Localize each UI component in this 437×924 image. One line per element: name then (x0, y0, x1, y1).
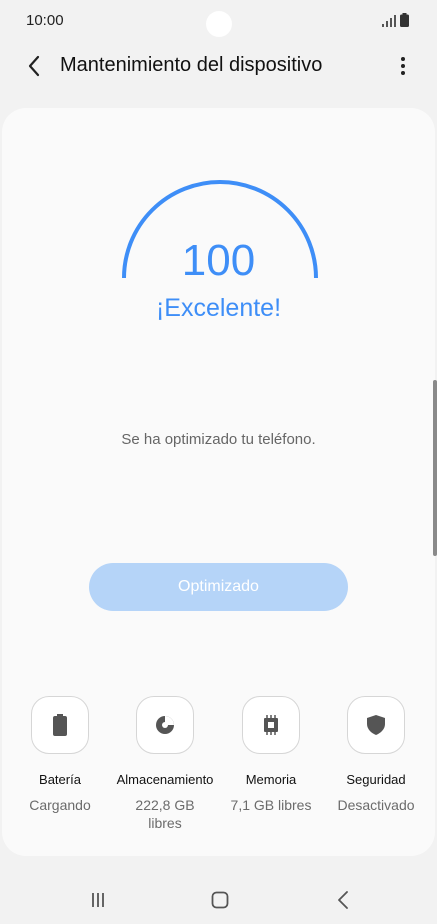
nav-bar (0, 876, 437, 924)
feature-memory[interactable]: Memoria 7,1 GB libres (219, 696, 323, 814)
feature-memory-label: Memoria (245, 772, 297, 787)
feature-storage-status: 222,8 GB libres (135, 797, 195, 831)
status-time: 10:00 (26, 12, 64, 29)
memory-icon (264, 715, 278, 735)
back-arrow-icon (28, 55, 40, 77)
shield-icon (367, 715, 385, 735)
feature-security[interactable]: Seguridad Desactivado (324, 696, 428, 814)
more-vertical-icon (401, 57, 405, 75)
feature-memory-status: 7,1 GB libres (230, 797, 312, 813)
home-icon (211, 891, 229, 909)
optimize-button[interactable]: Optimizado (89, 563, 348, 611)
recents-icon (92, 893, 104, 907)
battery-icon (400, 13, 409, 27)
back-button[interactable] (20, 52, 48, 80)
feature-storage[interactable]: Almacenamiento 222,8 GB libres (113, 696, 217, 832)
recents-button[interactable] (78, 886, 118, 914)
feature-battery-icon-box (31, 696, 89, 754)
app-bar: Mantenimiento del dispositivo (0, 44, 437, 88)
home-button[interactable] (200, 886, 240, 914)
signal-icon (382, 15, 396, 27)
status-icons (382, 13, 409, 27)
scrollbar[interactable] (433, 380, 437, 556)
score-rating: ¡Excelente! (155, 294, 282, 322)
more-options-button[interactable] (391, 52, 415, 80)
feature-security-label: Seguridad (346, 772, 406, 787)
feature-storage-icon-box (136, 696, 194, 754)
feature-storage-label: Almacenamiento (116, 772, 214, 787)
score-value: 100 (181, 236, 256, 285)
feature-battery-status: Cargando (29, 797, 91, 813)
status-bar: 10:00 (0, 0, 437, 44)
camera-cutout (206, 11, 232, 37)
feature-battery[interactable]: Batería Cargando (8, 696, 112, 814)
feature-battery-label: Batería (39, 772, 81, 787)
battery-icon (53, 714, 67, 736)
optimized-message: Se ha optimizado tu teléfono. (121, 431, 316, 448)
storage-icon (156, 716, 174, 734)
feature-security-status: Desactivado (337, 797, 415, 813)
page-title: Mantenimiento del dispositivo (60, 54, 323, 76)
feature-memory-icon-box (242, 696, 300, 754)
back-icon (338, 891, 348, 909)
nav-back-button[interactable] (323, 886, 363, 914)
feature-security-icon-box (347, 696, 405, 754)
